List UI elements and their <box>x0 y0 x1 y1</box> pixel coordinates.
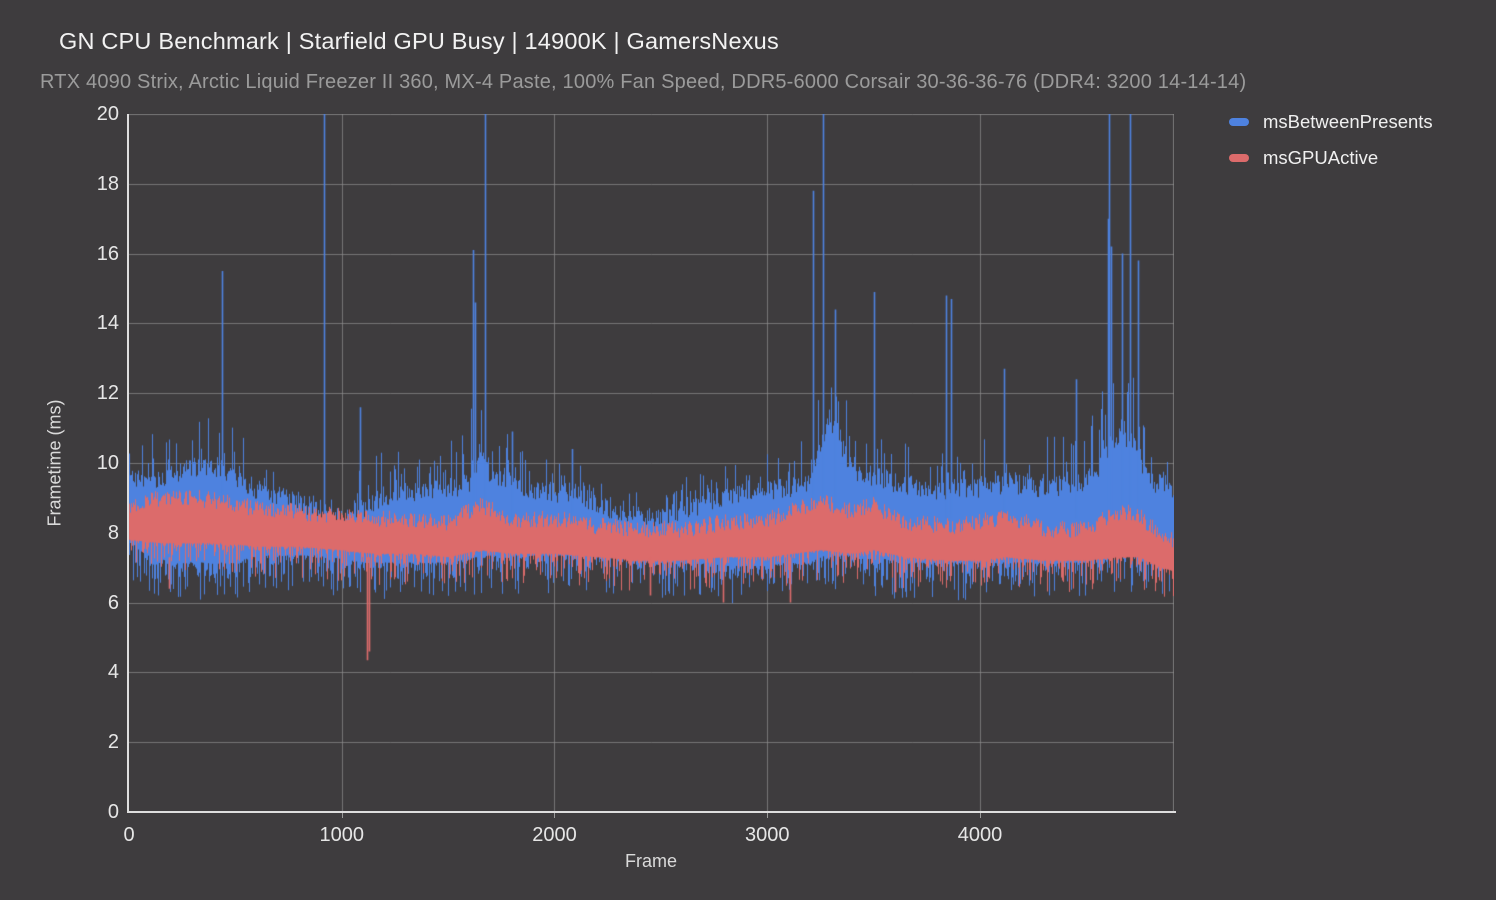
y-axis-line <box>127 114 129 813</box>
x-tick-label: 2000 <box>504 823 604 847</box>
chart-title: GN CPU Benchmark | Starfield GPU Busy | … <box>59 28 779 55</box>
legend-item-msBetweenPresents: msBetweenPresents <box>1229 111 1433 133</box>
y-tick-label: 0 <box>47 800 119 824</box>
x-tick-label: 4000 <box>930 823 1030 847</box>
legend: msBetweenPresents msGPUActive <box>1229 111 1433 183</box>
benchmark-chart-page: { "chart_data": { "type": "line", "title… <box>0 0 1496 900</box>
y-tick-label: 4 <box>47 660 119 684</box>
x-tick-mark <box>342 813 343 818</box>
y-tick-label: 14 <box>47 311 119 335</box>
legend-swatch-red-icon <box>1229 154 1249 162</box>
x-axis-line <box>127 811 1176 813</box>
y-axis-title: Frametime (ms) <box>45 400 66 527</box>
x-axis-title: Frame <box>625 851 677 872</box>
legend-item-msGPUActive: msGPUActive <box>1229 147 1433 169</box>
x-tick-label: 0 <box>79 823 179 847</box>
x-tick-mark <box>980 813 981 818</box>
y-tick-label: 2 <box>47 730 119 754</box>
legend-label: msGPUActive <box>1263 147 1378 169</box>
x-tick-mark <box>554 813 555 818</box>
chart-subtitle: RTX 4090 Strix, Arctic Liquid Freezer II… <box>40 71 1246 94</box>
x-tick-label: 3000 <box>717 823 817 847</box>
y-tick-label: 6 <box>47 591 119 615</box>
x-tick-mark <box>767 813 768 818</box>
x-tick-label: 1000 <box>292 823 392 847</box>
y-tick-label: 18 <box>47 172 119 196</box>
legend-swatch-blue-icon <box>1229 118 1249 126</box>
y-tick-label: 16 <box>47 242 119 266</box>
plot-canvas <box>129 114 1174 812</box>
legend-label: msBetweenPresents <box>1263 111 1433 133</box>
y-tick-label: 20 <box>47 102 119 126</box>
